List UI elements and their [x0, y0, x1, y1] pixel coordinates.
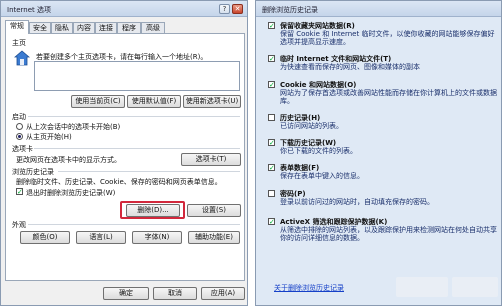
- item-desc: 保存在表单中键入的信息。: [280, 172, 364, 180]
- activex-checkbox[interactable]: ✓: [268, 218, 275, 226]
- internet-options-dialog: Internet 选项 ? ✕ 常规 安全 隐私 内容 连接 程序 高级 主页 …: [0, 0, 248, 306]
- about-delete-history-link[interactable]: 关于删除浏览历史记录: [274, 283, 344, 293]
- startup-home-radio[interactable]: [16, 133, 23, 140]
- passwords-checkbox[interactable]: [268, 190, 275, 197]
- use-current-button[interactable]: 使用当前页(C): [71, 95, 125, 108]
- general-panel: 主页 若要创建多个主页选项卡，请在每行输入一个地址(R)。 使用当前页(C) 使…: [5, 33, 245, 281]
- apply-button[interactable]: 应用(A): [201, 287, 245, 300]
- home-pages-textarea[interactable]: [34, 61, 240, 91]
- divider: [28, 116, 240, 117]
- delete-on-exit-label: 退出时删除浏览历史记录(W): [26, 189, 116, 197]
- tabs-section-label: 选项卡: [12, 145, 33, 153]
- home-icon: [14, 50, 30, 66]
- item-desc: 保留 Cookie 和 Internet 临时文件，以使你收藏的网站能够保存偏好…: [280, 30, 495, 46]
- list-item: ✓ 临时 Internet 文件和网站文件(T) 为快速查看而保存的网页、图像和…: [266, 54, 498, 82]
- divider: [34, 148, 240, 149]
- item-desc: 网站为了保存首选项或改善网站性能而存储在你计算机上的文件或数据库。: [280, 89, 497, 105]
- use-default-button[interactable]: 使用默认值(F): [127, 95, 181, 108]
- delete-history-dialog: 删除浏览历史记录 ✓ 保留收藏夹网站数据(R) 保留 Cookie 和 Inte…: [255, 0, 502, 306]
- item-desc: 为快速查看而保存的网页、图像和媒体的副本: [280, 63, 420, 71]
- history-settings-button[interactable]: 设置(S): [187, 204, 241, 217]
- help-button[interactable]: ?: [219, 4, 230, 14]
- preserve-favorites-checkbox[interactable]: ✓: [268, 22, 275, 30]
- placeholder-button[interactable]: [452, 277, 498, 297]
- appearance-section-label: 外观: [12, 221, 26, 229]
- close-button[interactable]: ✕: [232, 4, 243, 14]
- item-desc: 你已下载的文件的列表。: [280, 147, 357, 155]
- dialog-title: Internet 选项: [7, 6, 52, 14]
- startup-last-session-radio[interactable]: [16, 123, 23, 130]
- history-section-label: 浏览历史记录: [12, 168, 54, 176]
- download-history-checkbox[interactable]: ✓: [268, 139, 275, 147]
- title-bar: Internet 选项 ? ✕: [1, 1, 247, 17]
- ok-button[interactable]: 确定: [103, 287, 149, 300]
- colors-button[interactable]: 颜色(O): [20, 231, 70, 244]
- item-desc: 登录以前访问过的网站时，自动填充保存的密码。: [280, 198, 434, 206]
- title-bar: 删除浏览历史记录: [256, 1, 501, 17]
- tabs-desc-text: 更改网页在选项卡中的显示方式。: [16, 156, 121, 164]
- startup-section-label: 启动: [12, 113, 26, 121]
- form-data-checkbox[interactable]: ✓: [268, 164, 275, 172]
- list-item: ✓ 保留收藏夹网站数据(R) 保留 Cookie 和 Internet 临时文件…: [266, 21, 498, 49]
- list-item: 历史记录(H) 已访问网站的列表。: [266, 113, 498, 141]
- tabs-button[interactable]: 选项卡(T): [181, 153, 241, 166]
- fonts-button[interactable]: 字体(N): [132, 231, 182, 244]
- tab-strip: 常规 安全 隐私 内容 连接 程序 高级: [5, 20, 243, 34]
- startup-home-label: 从主页开始(H): [26, 133, 72, 141]
- temp-files-checkbox[interactable]: ✓: [268, 55, 275, 63]
- list-item: ✓ 下载历史记录(W) 你已下载的文件的列表。: [266, 138, 498, 166]
- languages-button[interactable]: 语言(L): [76, 231, 126, 244]
- startup-last-session-label: 从上次会话中的选项卡开始(B): [26, 123, 121, 131]
- list-item: ✓ Cookie 和网站数据(O) 网站为了保存首选项或改善网站性能而存储在你计…: [266, 80, 498, 108]
- list-item: ✓ ActiveX 筛选和跟踪保护数据(K) 从筛选中排除的网站列表，以及跟踪保…: [266, 217, 498, 257]
- item-desc: 从筛选中排除的网站列表，以及跟踪保护用来检测网站在何处自动共享你的访问详细信息的…: [280, 226, 497, 242]
- cookies-checkbox[interactable]: ✓: [268, 81, 275, 89]
- history-checkbox[interactable]: [268, 114, 275, 121]
- use-new-tab-button[interactable]: 使用新选项卡(U): [183, 95, 241, 108]
- placeholder-button[interactable]: [396, 277, 448, 297]
- divider: [28, 224, 240, 225]
- item-desc: 已访问网站的列表。: [280, 122, 343, 130]
- tab-general[interactable]: 常规: [5, 20, 29, 34]
- list-item: ✓ 表单数据(F) 保存在表单中键入的信息。: [266, 163, 498, 191]
- list-item: 密码(P) 登录以前访问过的网站时，自动填充保存的密码。: [266, 189, 498, 217]
- history-desc-text: 删除临时文件、历史记录、Cookie、保存的密码和网页表单信息。: [16, 178, 222, 186]
- cancel-button[interactable]: 取消: [153, 287, 197, 300]
- accessibility-button[interactable]: 辅助功能(E): [188, 231, 240, 244]
- dialog-title: 删除浏览历史记录: [262, 6, 318, 14]
- delete-on-exit-checkbox[interactable]: ✓: [16, 188, 23, 196]
- divider: [58, 171, 240, 172]
- delete-button[interactable]: 删除(D)...: [126, 204, 180, 217]
- home-section-label: 主页: [12, 39, 26, 47]
